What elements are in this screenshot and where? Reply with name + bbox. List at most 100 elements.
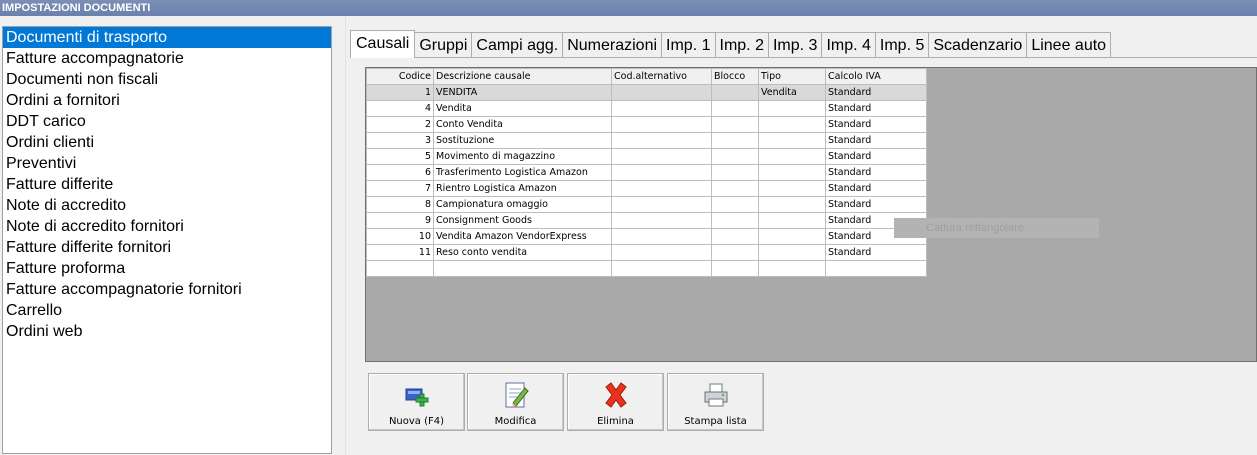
table-cell: 11 [366, 244, 434, 261]
table-cell: Vendita [433, 100, 612, 117]
tab-item[interactable]: Linee auto [1026, 32, 1112, 58]
table-cell: Standard [825, 196, 927, 213]
table-cell: Standard [825, 180, 927, 197]
table-cell [825, 260, 927, 277]
table-row[interactable]: 9 Consignment Goods Standard [366, 212, 927, 229]
tab-item[interactable]: Imp. 5 [874, 32, 930, 58]
delete-button[interactable]: Elimina [567, 373, 664, 431]
list-item[interactable]: Fatture proforma [3, 258, 331, 279]
table-cell: 7 [366, 180, 434, 197]
table-cell [611, 212, 712, 229]
table-cell [711, 132, 759, 149]
table-cell: Vendita Amazon VendorExpress [433, 228, 612, 245]
table-row[interactable]: 2 Conto Vendita Standard [366, 116, 927, 133]
table-row[interactable]: 3 Sostituzione Standard [366, 132, 927, 149]
table-cell [711, 228, 759, 245]
list-item[interactable]: Preventivi [3, 153, 331, 174]
table-cell: Sostituzione [433, 132, 612, 149]
table-row[interactable]: 5 Movimento di magazzino Standard [366, 148, 927, 165]
table-header-row: Codice Descrizione causale Cod.alternativo… [366, 68, 927, 85]
table-row[interactable]: 11 Reso conto vendita Standard [366, 244, 927, 261]
table-row[interactable]: 4 Vendita Standard [366, 100, 927, 117]
new-button[interactable]: Nuova (F4) [368, 373, 465, 431]
printer-icon [701, 380, 731, 410]
table-cell [758, 196, 826, 213]
print-list-button[interactable]: Stampa lista [667, 373, 764, 431]
table-cell: Standard [825, 148, 927, 165]
list-item[interactable]: Carrello [3, 300, 331, 321]
tab-item[interactable]: Imp. 3 [767, 32, 823, 58]
table-cell: VENDITA [433, 84, 612, 101]
list-item[interactable]: Ordini clienti [3, 132, 331, 153]
table-cell: Trasferimento Logistica Amazon [433, 164, 612, 181]
list-item[interactable]: Fatture differite [3, 174, 331, 195]
table-cell: Movimento di magazzino [433, 148, 612, 165]
list-item[interactable]: Note di accredito [3, 195, 331, 216]
new-button-label: Nuova (F4) [388, 416, 445, 427]
table-cell [711, 116, 759, 133]
list-item[interactable]: Fatture differite fornitori [3, 237, 331, 258]
table-row[interactable]: 8 Campionatura omaggio Standard [366, 196, 927, 213]
table-cell [366, 260, 434, 277]
tab-item[interactable]: Scadenzario [928, 32, 1028, 58]
table-cell: 1 [366, 84, 434, 101]
tab-item[interactable]: Causali [350, 30, 416, 58]
table-row[interactable]: 7 Rientro Logistica Amazon Standard [366, 180, 927, 197]
window-title: IMPOSTAZIONI DOCUMENTI [0, 0, 1257, 16]
table-cell: Rientro Logistica Amazon [433, 180, 612, 197]
table-cell [611, 260, 712, 277]
tab-item[interactable]: Imp. 1 [661, 32, 716, 58]
column-header[interactable]: Codice [366, 68, 434, 85]
table-cell [611, 100, 712, 117]
table-cell [611, 180, 712, 197]
table-cell [758, 116, 826, 133]
tab-item[interactable]: Imp. 2 [714, 32, 769, 58]
table-cell: 5 [366, 148, 434, 165]
edit-button[interactable]: Modifica [467, 373, 564, 431]
table-cell: 10 [366, 228, 434, 245]
red-x-icon [601, 380, 631, 410]
table-cell: Standard [825, 84, 927, 101]
table-cell [611, 132, 712, 149]
tab-item[interactable]: Gruppi [414, 32, 473, 58]
list-item[interactable]: Fatture accompagnatorie [3, 48, 331, 69]
table-cell [758, 228, 826, 245]
table-cell [711, 244, 759, 261]
list-item[interactable]: Note di accredito fornitori [3, 216, 331, 237]
table-cell [758, 260, 826, 277]
table-cell [711, 180, 759, 197]
table-cell [758, 100, 826, 117]
table-row[interactable]: 10 Vendita Amazon VendorExpress Standard [366, 228, 927, 245]
column-header[interactable]: Descrizione causale [433, 68, 612, 85]
table-row[interactable]: 6 Trasferimento Logistica Amazon Standard [366, 164, 927, 181]
tab-bar: Causali Gruppi Campi agg. Numerazioni Imp. 1… [350, 30, 1112, 58]
table-row[interactable]: 1 VENDITA Vendita Standard [366, 84, 927, 101]
list-item[interactable]: Documenti di trasporto [3, 27, 331, 48]
column-header[interactable]: Tipo [758, 68, 826, 85]
table-cell: 9 [366, 212, 434, 229]
tab-item[interactable]: Imp. 4 [821, 32, 876, 58]
table-cell: Consignment Goods [433, 212, 612, 229]
table-cell: Standard [825, 116, 927, 133]
capture-tooltip-ghost: Cattura rettangolare [894, 218, 1099, 238]
column-header[interactable]: Cod.alternativo [611, 68, 712, 85]
list-item[interactable]: Ordini web [3, 321, 331, 342]
table-cell [711, 164, 759, 181]
document-type-list[interactable]: Documenti di trasporto Fatture accompagna… [2, 26, 332, 454]
edit-document-icon [501, 380, 531, 410]
list-item[interactable]: Fatture accompagnatorie fornitori [3, 279, 331, 300]
column-header[interactable]: Calcolo IVA [825, 68, 927, 85]
list-item[interactable]: Documenti non fiscali [3, 69, 331, 90]
table-cell [611, 164, 712, 181]
table-row[interactable] [366, 260, 927, 277]
table-cell [711, 148, 759, 165]
column-header[interactable]: Blocco [711, 68, 759, 85]
tab-item[interactable]: Numerazioni [562, 32, 663, 58]
tab-item[interactable]: Campi agg. [471, 32, 564, 58]
list-item[interactable]: Ordini a fornitori [3, 90, 331, 111]
table-cell: Reso conto vendita [433, 244, 612, 261]
list-item[interactable]: DDT carico [3, 111, 331, 132]
splitter[interactable] [345, 16, 346, 455]
table-cell [711, 196, 759, 213]
table-cell [758, 244, 826, 261]
